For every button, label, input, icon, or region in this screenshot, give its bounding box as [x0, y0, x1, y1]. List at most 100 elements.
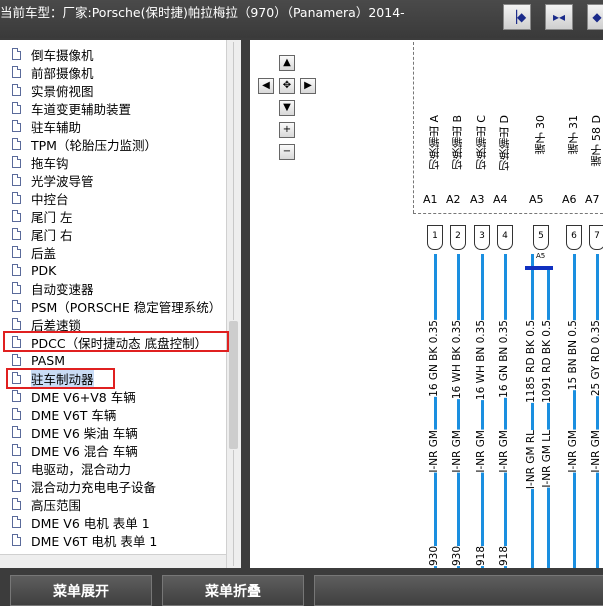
tree-item-label: 光学波导管 [31, 173, 94, 189]
tree-item[interactable]: PDK [12, 261, 56, 279]
tree-item[interactable]: 电驱动，混合动力 [12, 459, 131, 477]
expand-menu-button[interactable]: 菜单展开 [10, 575, 152, 606]
pan-left-button[interactable]: ◀ [258, 78, 274, 94]
wire-destination: 930 [428, 546, 440, 567]
page-title: 当前车型：厂家:Porsche(保时捷)帕拉梅拉（970）（Panamera）2… [0, 5, 405, 20]
wire-line[interactable] [531, 254, 534, 568]
tree-item-label: PSM（PORSCHE 稳定管理系统） [31, 299, 222, 315]
tree-item-label: 电驱动，混合动力 [31, 461, 132, 477]
zoom-out-button[interactable]: − [279, 144, 295, 160]
wire-line[interactable] [547, 268, 550, 568]
pin-id: A5 [529, 193, 544, 206]
pan-up-button[interactable]: ▲ [279, 55, 295, 71]
document-icon [12, 408, 21, 420]
tree-item-label: 尾门 左 [31, 209, 73, 225]
menu-tree[interactable]: 倒车摄像机 前部摄像机实景俯视图 车道变更辅助装置驻车辅助 TPM（轮胎压力监测） 拖车… [0, 40, 241, 568]
tree-item-label: 高压范围 [31, 497, 82, 513]
wire-line[interactable] [457, 254, 460, 568]
tree-item[interactable]: DME V6+V8 车辆 [12, 387, 136, 405]
tree-item[interactable]: 实景俯视图 [12, 81, 94, 99]
pane-left-icon: ▕◆ [507, 10, 527, 24]
wire-destination: 918 [498, 546, 510, 567]
connector-pin[interactable]: 5 [533, 225, 549, 250]
tree-item-label: 自动变速器 [31, 281, 94, 297]
document-icon [12, 246, 21, 258]
scroll-track-line [233, 42, 234, 320]
tree-item[interactable]: 尾门 左 [12, 207, 72, 225]
tree-item-label: 中控台 [31, 191, 69, 207]
terminal-label: 切换输出 C [475, 115, 488, 171]
tree-item[interactable]: TPM（轮胎压力监测） [12, 135, 157, 153]
wire-net: I-NR GM [428, 430, 440, 473]
wire-net: I-NR GM [475, 430, 487, 473]
tree-item[interactable]: DME V6T 车辆 [12, 405, 116, 423]
pane-split-button[interactable]: ▸◂ [545, 4, 573, 30]
tree-item[interactable]: 混合动力充电电子设备 [12, 477, 156, 495]
pan-down-button[interactable]: ▼ [279, 100, 295, 116]
document-icon [12, 228, 21, 240]
tree-item[interactable]: 自动变速器 [12, 279, 94, 297]
terminal-label: 端子 31 [567, 115, 580, 155]
document-icon [12, 354, 21, 366]
pin-id: A1 [423, 193, 438, 206]
tree-horizontal-scrollbar[interactable] [0, 554, 226, 569]
tree-vertical-scrollbar[interactable] [226, 40, 241, 568]
document-icon [12, 138, 21, 150]
document-icon [12, 264, 21, 276]
tree-item[interactable]: DME V6 电机 表单 1 [12, 513, 150, 531]
pin-id: A2 [446, 193, 461, 206]
tree-item-label: TPM（轮胎压力监测） [31, 137, 157, 153]
wire-line[interactable] [573, 254, 576, 568]
tree-item[interactable]: 后盖 [12, 243, 56, 261]
tree-item[interactable]: 拖车钩 [12, 153, 69, 171]
connector-pin[interactable]: 3 [474, 225, 490, 250]
tree-item[interactable]: DME V6 柴油 车辆 [12, 423, 138, 441]
connector-pin[interactable]: 6 [566, 225, 582, 250]
collapse-menu-button[interactable]: 菜单折叠 [162, 575, 304, 606]
wire-net: I-NR GM RL [525, 430, 537, 490]
terminal-label: 切换输出 B [451, 115, 464, 171]
tree-item-label: 实景俯视图 [31, 83, 94, 99]
wire-line[interactable] [434, 254, 437, 568]
pan-center-button[interactable]: ✥ [279, 78, 295, 94]
wire-line[interactable] [481, 254, 484, 568]
wire-net: I-NR GM LL [541, 430, 553, 488]
bottom-bar: 菜单展开 菜单折叠 [0, 568, 603, 606]
connector-pin[interactable]: 7 [589, 225, 603, 250]
tree-item-label: 驻车辅助 [31, 119, 82, 135]
connector-pin[interactable]: 2 [450, 225, 466, 250]
tree-item[interactable]: 光学波导管 [12, 171, 94, 189]
tree-item-label: 后盖 [31, 245, 57, 261]
wire-net: I-NR GM [451, 430, 463, 473]
document-icon [12, 426, 21, 438]
connector-pin[interactable]: 1 [427, 225, 443, 250]
tree-item[interactable]: 中控台 [12, 189, 69, 207]
pane-right-button[interactable]: ◆ [587, 4, 603, 30]
pan-right-button[interactable]: ▶ [300, 78, 316, 94]
tree-item[interactable]: 驻车辅助 [12, 117, 81, 135]
tree-item[interactable]: DME V6T 电机 表单 1 [12, 531, 157, 549]
tree-item[interactable]: PSM（PORSCHE 稳定管理系统） [12, 297, 221, 315]
tree-item[interactable]: 尾门 右 [12, 225, 72, 243]
component-border [413, 42, 414, 213]
wire-spec: 1185 RD BK 0.5 [525, 320, 537, 403]
tree-item-label: PDK [31, 262, 57, 278]
wire-line[interactable] [596, 254, 599, 568]
wire-line[interactable] [504, 254, 507, 568]
tree-item[interactable]: PASM [12, 351, 65, 369]
junction-label: A5 [536, 252, 546, 260]
zoom-in-button[interactable]: + [279, 122, 295, 138]
tree-item[interactable]: 高压范围 [12, 495, 81, 513]
tree-item-label: DME V6 柴油 车辆 [31, 425, 138, 441]
wire-net: I-NR GM [567, 430, 579, 473]
tree-item[interactable]: 前部摄像机 [12, 63, 94, 81]
pin-id: A7 [585, 193, 600, 206]
tree-item[interactable]: DME V6 混合 车辆 [12, 441, 138, 459]
tree-item[interactable]: 车道变更辅助装置 [12, 99, 131, 117]
wiring-diagram[interactable]: ▲ ◀ ✥ ▶ ▼ + − 切换输出 A A1 1 16 GN BK 0.35 I-NR… [250, 40, 603, 568]
pane-left-button[interactable]: ▕◆ [503, 4, 531, 30]
scrollbar-thumb[interactable] [229, 321, 238, 449]
component-border [413, 213, 603, 214]
tree-item[interactable]: 倒车摄像机 [12, 45, 94, 63]
connector-pin[interactable]: 4 [497, 225, 513, 250]
